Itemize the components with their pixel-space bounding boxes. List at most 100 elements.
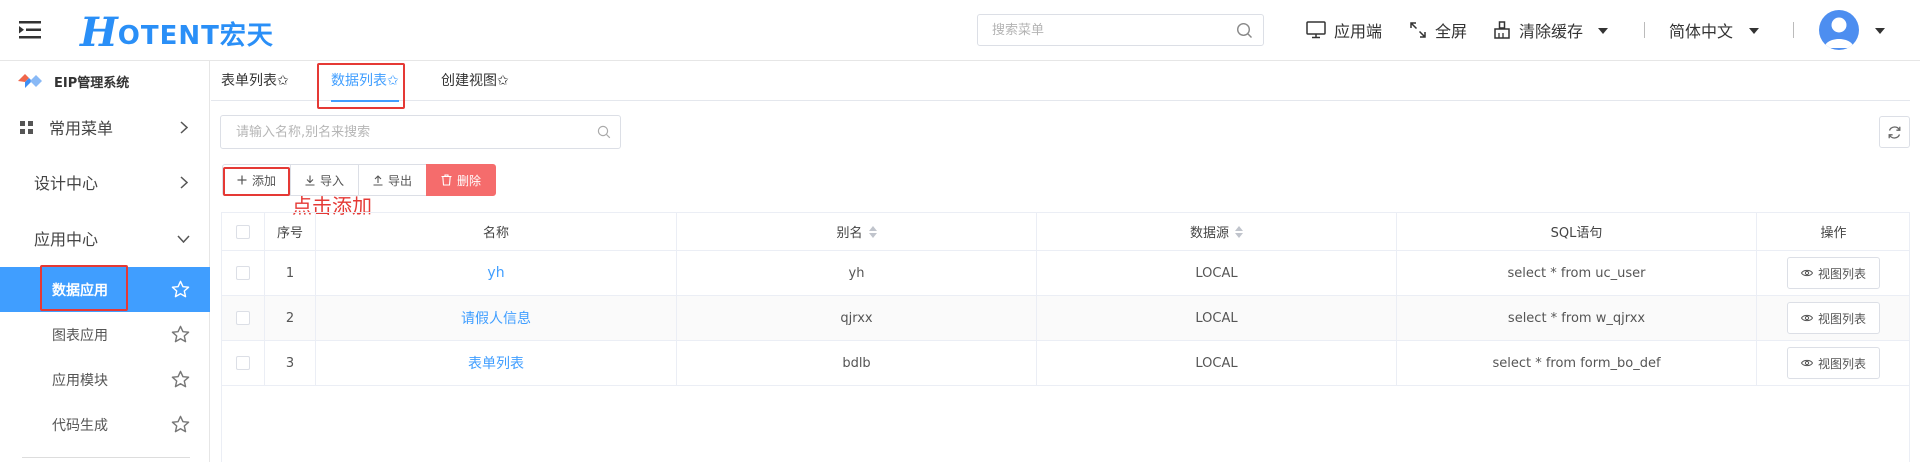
system-title-label: EIP管理系统 [54, 75, 130, 91]
sidebar-item-chart-app[interactable]: 图表应用 [0, 312, 210, 357]
app-side-label: 应用端 [1334, 22, 1383, 41]
table-left-border [221, 212, 222, 462]
download-icon [305, 175, 315, 186]
user-avatar[interactable] [1819, 10, 1859, 50]
page-tabs: 表单列表✩ 数据列表✩ 创建视图✩ [211, 61, 1910, 102]
select-all-checkbox[interactable] [236, 224, 250, 239]
refresh-button[interactable] [1879, 116, 1910, 148]
row-source: LOCAL [1037, 341, 1397, 385]
tab-label: 表单列表✩ [221, 73, 289, 89]
column-header-label: 别名 [836, 226, 863, 241]
list-search-input[interactable] [236, 116, 586, 148]
view-list-button[interactable]: 视图列表 [1786, 257, 1880, 289]
grid-icon [20, 120, 33, 134]
row-actions: 视图列表 [1757, 341, 1910, 385]
sort-icon[interactable] [868, 225, 877, 238]
table-header-row: 序号 名称 别名 数据源 SQL语句 操作 [221, 213, 1910, 251]
system-title[interactable]: EIP管理系统 [0, 61, 210, 101]
row-sql: select * from w_qjrxx [1397, 296, 1757, 340]
header-divider [1793, 22, 1794, 38]
sidebar-item-app-module[interactable]: 应用模块 [0, 357, 210, 402]
table-right-border [1909, 212, 1910, 462]
row-checkbox[interactable] [236, 311, 250, 325]
menu-search-input[interactable] [992, 15, 1232, 45]
row-select-cell [221, 251, 265, 295]
eye-icon [1800, 314, 1813, 322]
monitor-icon [1306, 21, 1326, 39]
sidebar-menu-common[interactable]: 常用菜单 [0, 103, 210, 151]
fullscreen-label: 全屏 [1435, 22, 1468, 41]
row-checkbox[interactable] [236, 266, 250, 280]
star-icon[interactable] [171, 370, 190, 389]
row-actions: 视图列表 [1757, 251, 1910, 295]
row-index: 1 [265, 251, 316, 295]
table-row: 2 请假人信息 qjrxx LOCAL select * from w_qjrx… [221, 296, 1910, 341]
delete-button[interactable]: 删除 [426, 164, 497, 196]
view-list-label: 视图列表 [1817, 311, 1866, 326]
star-icon[interactable] [171, 415, 190, 434]
view-list-button[interactable]: 视图列表 [1786, 302, 1880, 334]
row-source: LOCAL [1037, 251, 1397, 295]
clear-cache-label: 清除缓存 [1519, 22, 1584, 41]
row-name-link[interactable]: yh [316, 251, 677, 295]
sidebar: EIP管理系统 常用菜单 设计中心 应用中心 数据应用 图表应用 应用模块 代码… [0, 61, 210, 462]
chevron-right-icon [180, 121, 188, 134]
trash-icon [441, 174, 452, 186]
row-select-cell [221, 296, 265, 340]
delete-label: 删除 [457, 173, 482, 188]
table-row: 1 yh yh LOCAL select * from uc_user 视图列表 [221, 251, 1910, 296]
eye-icon [1800, 359, 1813, 367]
eip-logo-icon [18, 74, 42, 88]
view-list-label: 视图列表 [1817, 356, 1866, 371]
highlight-box [317, 63, 405, 109]
star-icon[interactable] [171, 325, 190, 344]
language-caret-icon[interactable] [1749, 28, 1759, 34]
row-alias: qjrxx [677, 296, 1037, 340]
star-icon[interactable] [171, 280, 190, 299]
column-header-sortable[interactable]: 别名 [677, 213, 1037, 250]
sort-icon[interactable] [1235, 225, 1243, 238]
menu-toggle-icon[interactable] [17, 17, 43, 43]
row-sql: select * from uc_user [1397, 251, 1757, 295]
hotent-logo[interactable]: H OTENT宏天 [80, 9, 274, 53]
search-icon[interactable] [1236, 22, 1253, 39]
sidebar-item-label: 代码生成 [52, 417, 108, 434]
column-header-sortable[interactable]: 数据源 [1037, 213, 1397, 250]
row-name-link[interactable]: 表单列表 [316, 341, 677, 385]
language-selector[interactable]: 简体中文 [1669, 17, 1733, 43]
app-side-button[interactable]: 应用端 [1306, 17, 1382, 43]
logo-h-glyph: H [80, 9, 118, 56]
top-header: H OTENT宏天 应用端 全屏 清除缓存 简 [0, 0, 1920, 61]
tab-form-list[interactable]: 表单列表✩ [221, 61, 289, 101]
row-sql: select * from form_bo_def [1397, 341, 1757, 385]
fullscreen-button[interactable]: 全屏 [1409, 17, 1467, 43]
sidebar-menu-app-center[interactable]: 应用中心 [0, 214, 210, 262]
refresh-icon [1888, 125, 1901, 139]
row-index: 2 [265, 296, 316, 340]
row-index: 3 [265, 341, 316, 385]
column-header-label: 数据源 [1189, 226, 1229, 241]
list-search [220, 115, 621, 149]
tab-create-view[interactable]: 创建视图✩ [441, 61, 509, 101]
sidebar-item-label: 应用模块 [52, 372, 108, 389]
column-header: SQL语句 [1397, 213, 1757, 250]
logo-text: OTENT宏天 [117, 21, 274, 51]
view-list-button[interactable]: 视图列表 [1786, 347, 1880, 379]
sidebar-item-code-gen[interactable]: 代码生成 [0, 402, 210, 447]
row-source: LOCAL [1037, 296, 1397, 340]
sidebar-menu-design[interactable]: 设计中心 [0, 158, 210, 206]
row-name-link[interactable]: 请假人信息 [316, 296, 677, 340]
user-caret-icon[interactable] [1875, 28, 1885, 34]
user-icon [1824, 17, 1854, 48]
broom-icon [1494, 21, 1510, 39]
sidebar-divider [22, 457, 190, 458]
clear-cache-caret-icon[interactable] [1598, 28, 1608, 34]
row-checkbox[interactable] [236, 356, 250, 370]
tab-label: 创建视图✩ [441, 73, 509, 89]
column-header: 操作 [1820, 226, 1847, 241]
chevron-down-icon [177, 235, 190, 243]
eye-icon [1800, 269, 1813, 277]
search-icon[interactable] [597, 125, 611, 139]
clear-cache-button[interactable]: 清除缓存 [1493, 17, 1583, 43]
column-header: 序号 [265, 213, 316, 250]
